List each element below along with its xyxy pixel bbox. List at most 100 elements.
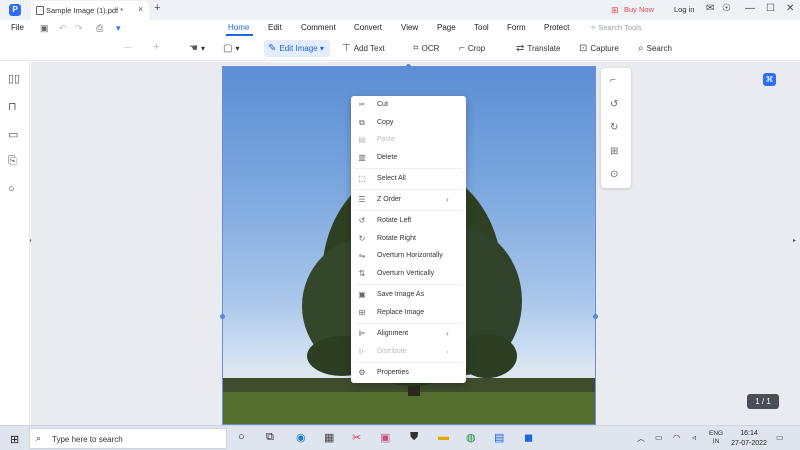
chrome-icon[interactable]: ◍ xyxy=(466,431,476,444)
customize-dropdown-icon[interactable]: ▾ xyxy=(116,23,121,34)
replace-image-float-icon[interactable]: ⊞ xyxy=(610,146,618,157)
ctx-replace-image[interactable]: ⊞ Replace Image xyxy=(351,305,466,322)
search-tools-input[interactable]: ✧ Search Tools xyxy=(590,23,642,32)
document-tab[interactable]: Sample Image (1).pdf * × xyxy=(31,1,149,20)
edge-browser-icon[interactable]: ◉ xyxy=(296,431,306,444)
notification-icon[interactable]: ✉ xyxy=(706,3,714,14)
tray-expand-icon[interactable]: ︿ xyxy=(637,433,645,444)
comment-icon[interactable]: ▭ xyxy=(8,128,18,141)
security-icon[interactable]: ⛊ xyxy=(410,431,418,444)
ctx-rotate-left[interactable]: ↺ Rotate Left xyxy=(351,213,466,230)
ctx-overturn-horizontally[interactable]: ⇋ Overturn Horizontally xyxy=(351,248,466,265)
ctx-cut[interactable]: ✂ Cut xyxy=(351,97,466,114)
context-menu: ✂ Cut ⧉ Copy ▤ Paste ▥ Delete ⬚ Select All ☰ Z… xyxy=(351,96,466,383)
select-tool-button[interactable]: ▢ ▾ xyxy=(223,43,239,54)
file-explorer-icon[interactable]: ▬ xyxy=(438,431,449,443)
ctx-delete[interactable]: ▥ Delete xyxy=(351,150,466,167)
edit-pen-icon: ✎ xyxy=(268,43,277,54)
hand-tool-button[interactable]: ☚ ▾ xyxy=(189,43,205,54)
widgets-icon[interactable]: ⧉ xyxy=(266,431,274,444)
translate-button[interactable]: ⇄ Translate xyxy=(516,43,560,54)
ctx-copy[interactable]: ⧉ Copy xyxy=(351,115,466,132)
menu-convert[interactable]: Convert xyxy=(354,23,382,32)
search-panel-icon[interactable]: ○ xyxy=(8,183,15,195)
new-tab-icon[interactable]: + xyxy=(154,2,160,14)
menu-view[interactable]: View xyxy=(401,23,418,32)
rotate-left-float-icon[interactable]: ↺ xyxy=(610,99,618,110)
ctx-alignment-label: Alignment xyxy=(377,330,409,337)
zoom-out-button[interactable]: — xyxy=(124,43,132,52)
ctx-paste[interactable]: ▤ Paste xyxy=(351,132,466,149)
snipping-tool-icon[interactable]: ✂ xyxy=(352,431,361,444)
zoom-in-button[interactable]: + xyxy=(153,41,159,53)
menu-edit[interactable]: Edit xyxy=(268,23,282,32)
calculator-icon[interactable]: ▦ xyxy=(324,431,334,444)
maximize-button[interactable]: ☐ xyxy=(766,3,775,14)
ctx-select-all[interactable]: ⬚ Select All xyxy=(351,171,466,188)
app-logo-icon[interactable]: P xyxy=(9,4,21,16)
menu-protect[interactable]: Protect xyxy=(544,23,569,32)
taskbar-search-box[interactable]: ⌕ Type here to search xyxy=(29,428,227,449)
crop-button[interactable]: ⌐ Crop xyxy=(459,43,485,54)
title-bar: P Sample Image (1).pdf * × + ⊞ Buy Now L… xyxy=(0,0,800,20)
expand-right-panel-icon[interactable]: ▸ xyxy=(793,237,796,244)
close-tab-icon[interactable]: × xyxy=(138,4,143,14)
menu-bar: File ▣ ↶ ↷ ⎙ ▾ Home Edit Comment Convert… xyxy=(0,20,800,37)
menu-page[interactable]: Page xyxy=(437,23,456,32)
volume-icon[interactable]: ◃ xyxy=(692,433,696,442)
ctx-separator xyxy=(355,189,462,190)
ctx-overturn-vertically[interactable]: ⇅ Overturn Vertically xyxy=(351,266,466,283)
login-link[interactable]: Log in xyxy=(674,5,694,14)
print-icon[interactable]: ⎙ xyxy=(96,23,103,34)
task-view-icon[interactable]: ○ xyxy=(238,431,245,443)
ocr-label: OCR xyxy=(421,44,440,53)
windows-start-icon[interactable]: ⊞ xyxy=(10,433,19,446)
active-menu-indicator xyxy=(226,34,253,36)
menu-comment[interactable]: Comment xyxy=(301,23,336,32)
language-indicator[interactable]: ENG IN xyxy=(709,430,723,446)
rotate-right-float-icon[interactable]: ↻ xyxy=(610,122,618,133)
search-button[interactable]: ⌕ Search xyxy=(638,43,672,54)
wifi-icon[interactable]: ◠ xyxy=(673,433,680,442)
more-options-icon[interactable]: ⊙ xyxy=(610,169,618,180)
menu-tool[interactable]: Tool xyxy=(474,23,489,32)
network-icon[interactable]: ▭ xyxy=(655,433,663,442)
minimize-button[interactable]: — xyxy=(745,3,755,14)
resize-handle-left[interactable] xyxy=(220,314,225,319)
help-icon[interactable]: ☉ xyxy=(722,3,731,14)
redo-icon[interactable]: ↷ xyxy=(75,23,83,34)
resize-handle-right[interactable] xyxy=(593,314,598,319)
notifications-icon[interactable]: ▭ xyxy=(776,433,784,442)
attachment-icon[interactable]: ⎘ xyxy=(8,155,17,168)
pdfelement-taskbar-icon[interactable]: ◼ xyxy=(524,431,533,444)
bookmark-icon[interactable]: ⊓ xyxy=(8,100,17,113)
thumbnails-icon[interactable]: ▯▯ xyxy=(8,72,20,85)
crop-image-icon[interactable]: ⌐ xyxy=(610,75,616,86)
photos-app-icon[interactable]: ▣ xyxy=(380,431,390,444)
buy-now-link[interactable]: Buy Now xyxy=(624,5,654,14)
close-window-button[interactable]: ✕ xyxy=(786,3,794,14)
ctx-distribute[interactable]: ⊪ Distribute › xyxy=(351,344,466,361)
clock[interactable]: 16:14 27-07-2022 xyxy=(728,429,770,449)
ctx-overturn-vertically-label: Overturn Vertically xyxy=(377,270,435,277)
capture-button[interactable]: ⊡ Capture xyxy=(579,43,619,54)
ctx-save-image-as[interactable]: ▣ Save Image As xyxy=(351,287,466,304)
ctx-rotate-left-label: Rotate Left xyxy=(377,217,412,224)
save-icon[interactable]: ▣ xyxy=(40,23,49,34)
ocr-button[interactable]: ⌗ OCR xyxy=(413,43,439,54)
menu-file[interactable]: File xyxy=(11,23,24,32)
ctx-properties[interactable]: ⚙ Properties xyxy=(351,365,466,382)
ctx-alignment[interactable]: ⊫ Alignment › xyxy=(351,326,466,343)
menu-home[interactable]: Home xyxy=(228,23,249,32)
add-text-button[interactable]: ⊤ Add Text xyxy=(342,43,385,54)
cart-icon[interactable]: ⊞ xyxy=(611,5,619,16)
pdf-editor-taskbar-icon[interactable]: ▤ xyxy=(494,431,504,444)
menu-form[interactable]: Form xyxy=(507,23,526,32)
ctx-delete-label: Delete xyxy=(377,154,398,161)
undo-icon[interactable]: ↶ xyxy=(59,23,67,34)
lang-top: ENG xyxy=(709,430,724,437)
resize-handle-top[interactable] xyxy=(406,64,411,69)
ctx-z-order[interactable]: ☰ Z Order › xyxy=(351,192,466,209)
ai-assistant-icon[interactable]: ⌘ xyxy=(763,73,776,86)
ctx-rotate-right[interactable]: ↻ Rotate Right xyxy=(351,231,466,248)
